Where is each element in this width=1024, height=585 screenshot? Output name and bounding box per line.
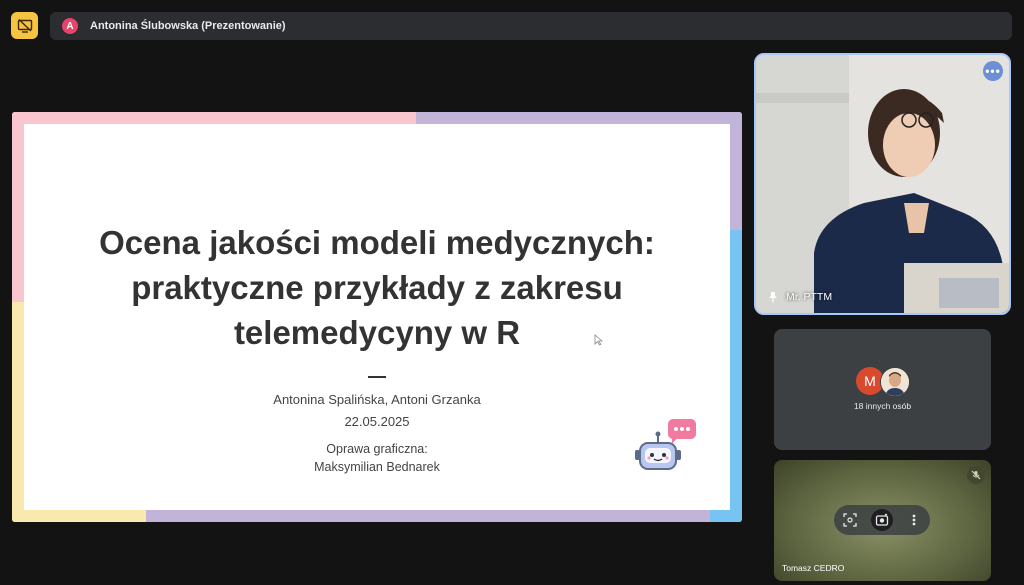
screen-share-off-icon xyxy=(17,18,32,33)
slide-border xyxy=(730,230,742,522)
frame-icon[interactable] xyxy=(839,509,861,531)
participant-name: Mr. PTTM xyxy=(786,291,833,303)
slide-border xyxy=(146,510,710,522)
more-vert-icon[interactable] xyxy=(903,509,925,531)
participant-tile-bottom[interactable]: Tomasz CEDRO xyxy=(774,460,991,581)
slide-credit-name: Maksymilian Bednarek xyxy=(314,460,440,474)
effects-icon[interactable] xyxy=(871,509,893,531)
person-photo-icon xyxy=(881,368,909,396)
others-count-label: 18 innych osób xyxy=(853,401,912,411)
robot-chat-icon xyxy=(635,419,696,470)
slide-date: 22.05.2025 xyxy=(344,414,410,429)
mouse-cursor-icon xyxy=(594,334,603,346)
mic-off-icon xyxy=(967,466,985,484)
slide-separator xyxy=(368,376,386,378)
slide-border xyxy=(12,302,24,522)
participant-name: Tomasz CEDRO xyxy=(782,563,845,573)
pin-icon xyxy=(769,292,777,303)
stop-presenting-button[interactable] xyxy=(11,12,38,39)
slide-border xyxy=(416,112,742,124)
presenter-avatar: A xyxy=(62,18,78,34)
slide-title: Ocena jakości modeli medycznych: praktyc… xyxy=(32,220,722,355)
slide-border xyxy=(12,112,416,124)
participant-label: Mr. PTTM xyxy=(768,291,832,303)
slide-credit-label: Oprawa graficzna: xyxy=(326,442,428,456)
tile-hover-controls xyxy=(834,505,930,535)
meet-window: A Antonina Ślubowska (Prezentowanie) Oce… xyxy=(0,0,1024,585)
slide-border xyxy=(12,510,146,522)
slide-title-line: Ocena jakości modeli medycznych: xyxy=(99,224,655,261)
more-options-icon[interactable]: ••• xyxy=(983,61,1003,81)
presenter-bar: A Antonina Ślubowska (Prezentowanie) xyxy=(50,12,1012,40)
others-avatars: M xyxy=(856,367,910,397)
slide-authors: Antonina Spalińska, Antoni Grzanka xyxy=(273,392,481,407)
participant-tile-main[interactable]: ••• Mr. PTTM xyxy=(754,53,1011,315)
presentation-slide: Ocena jakości modeli medycznych: praktyc… xyxy=(12,112,742,522)
slide-title-line: telemedycyny w R xyxy=(233,314,521,351)
slide-title-line: praktyczne przykłady z zakresu xyxy=(131,269,623,306)
participant-video xyxy=(756,55,1009,313)
presenter-label: Antonina Ślubowska (Prezentowanie) xyxy=(90,20,286,32)
slide-border xyxy=(730,112,742,230)
avatar xyxy=(880,367,910,397)
others-tile[interactable]: M 18 innych osób xyxy=(774,329,991,450)
slide-border xyxy=(12,112,24,302)
